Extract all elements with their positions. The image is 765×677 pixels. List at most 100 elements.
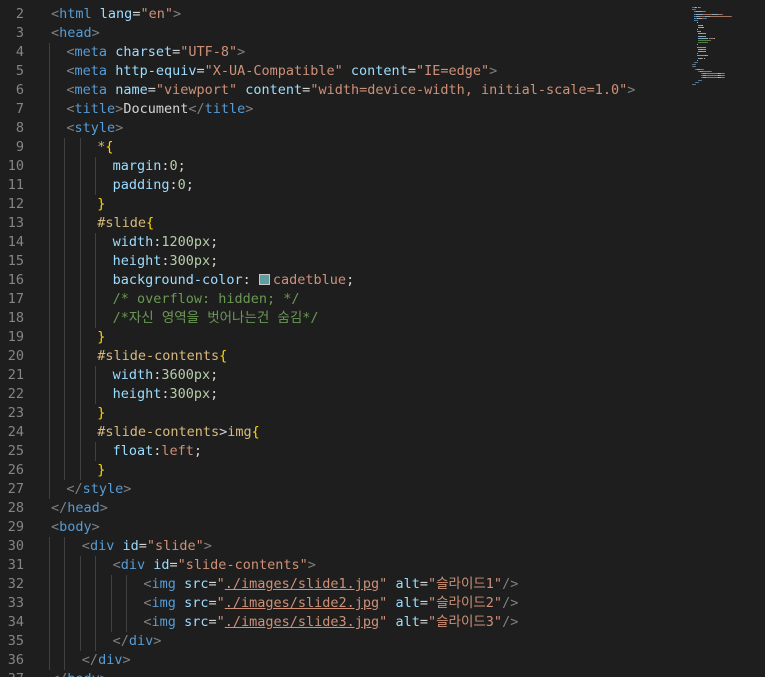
code-line[interactable]: 28 </head>: [0, 499, 685, 518]
indent-guide: [79, 176, 81, 195]
code-line[interactable]: 25 float:left;: [0, 442, 685, 461]
minimap-token: [702, 26, 704, 28]
code-line[interactable]: 9 *{: [0, 138, 685, 157]
code-token: "UTF-8": [180, 44, 238, 60]
code-line[interactable]: 11 padding:0;: [0, 176, 685, 195]
code-token: </: [51, 671, 67, 677]
line-number: 8: [15, 120, 24, 136]
code-token: ;: [193, 443, 203, 459]
indent-guide: [49, 195, 50, 214]
code-line[interactable]: 26}: [0, 461, 685, 480]
code-line[interactable]: 33 <img src="./images/slide2.jpg" alt="슬라…: [0, 594, 685, 613]
code-line[interactable]: 29 <body>: [0, 518, 685, 537]
code-text: #slide{: [97, 214, 154, 233]
code-text: margin:0;: [113, 157, 186, 176]
code-line[interactable]: 27 </style>: [0, 480, 685, 499]
code-line[interactable]: 18 /*자신 영역을 벗어나는건 숨김*/: [0, 309, 685, 328]
code-line[interactable]: 12}: [0, 195, 685, 214]
code-token: >: [91, 519, 100, 535]
code-text: #slide-contents>img{: [97, 423, 260, 442]
minimap-token: [704, 48, 706, 50]
line-number: 10: [7, 158, 24, 174]
code-token: }: [97, 329, 106, 345]
code-line[interactable]: 5 <meta http-equiv="X-UA-Compatible" cont…: [0, 62, 685, 81]
indent-guide: [49, 385, 50, 404]
line-number: 26: [7, 462, 24, 478]
code-line[interactable]: 21 width:3600px;: [0, 366, 685, 385]
editor-lines[interactable]: 2 <html lang="en"> 3 <head> 4 <meta charset="…: [0, 5, 685, 677]
code-line[interactable]: 10 margin:0;: [0, 157, 685, 176]
indent-guide: [49, 233, 50, 252]
code-text: <html lang="en">: [51, 5, 181, 24]
code-editor[interactable]: 2 <html lang="en"> 3 <head> 4 <meta charset="…: [0, 0, 765, 677]
code-line[interactable]: 30 <div id="slide">: [0, 537, 685, 556]
indent-guide: [79, 385, 81, 404]
code-line[interactable]: 22 height:300px;: [0, 385, 685, 404]
code-line[interactable]: 35 </div>: [0, 632, 685, 651]
indent-guide: [49, 119, 50, 138]
code-text: <div id="slide-contents">: [113, 556, 316, 575]
indent-guide: [49, 442, 50, 461]
indent-guide: [64, 632, 66, 651]
code-line[interactable]: 3 <head>: [0, 24, 685, 43]
code-token: ": [216, 576, 225, 592]
code-line[interactable]: 17 /* overflow: hidden; */: [0, 290, 685, 309]
indent-guide: [49, 575, 50, 594]
indent-guide: [95, 309, 97, 328]
code-line[interactable]: 20 #slide-contents{: [0, 347, 685, 366]
color-swatch-icon[interactable]: [258, 274, 270, 285]
minimap-token: [698, 42, 709, 44]
code-line[interactable]: 6 <meta name="viewport" content="width=de…: [0, 81, 685, 100]
line-number: 36: [7, 652, 24, 668]
line-number: 29: [7, 519, 24, 535]
code-token: {: [105, 139, 114, 155]
code-line[interactable]: 2 <html lang="en">: [0, 5, 685, 24]
minimap-token: [705, 11, 706, 13]
minimap-token: [698, 40, 711, 41]
indent-guide: [49, 556, 50, 575]
code-token: width: [112, 367, 154, 383]
code-line[interactable]: 37 </body>: [0, 670, 685, 677]
indent-guide: [126, 575, 127, 594]
code-line[interactable]: 13 #slide{: [0, 214, 685, 233]
indent-guide: [64, 347, 66, 366]
indent-guide: [64, 537, 66, 556]
code-line[interactable]: 4 <meta charset="UTF-8">: [0, 43, 685, 62]
code-line[interactable]: 31 <div id="slide-contents">: [0, 556, 685, 575]
minimap[interactable]: [688, 3, 765, 93]
code-line[interactable]: 34 <img src="./images/slide3.jpg" alt="슬라…: [0, 613, 685, 632]
code-token: id: [122, 538, 139, 554]
code-line[interactable]: 23}: [0, 404, 685, 423]
code-text: <meta http-equiv="X-UA-Compatible" conte…: [66, 62, 497, 81]
code-text: <head>: [51, 24, 100, 43]
code-token: charset: [115, 44, 173, 60]
code-token: div: [120, 557, 146, 573]
code-token: >: [91, 25, 100, 41]
indent-guide: [79, 309, 81, 328]
code-token: img: [227, 424, 252, 440]
code-line[interactable]: 24 #slide-contents>img{: [0, 423, 685, 442]
code-token: =: [196, 63, 205, 79]
code-token: html: [59, 6, 92, 22]
code-line[interactable]: 19}: [0, 328, 685, 347]
code-line[interactable]: 14 width:1200px;: [0, 233, 685, 252]
code-token: {: [219, 348, 228, 364]
line-number: 31: [7, 557, 24, 573]
line-number: 32: [7, 576, 24, 592]
code-line[interactable]: 15 height:300px;: [0, 252, 685, 271]
line-number: 3: [15, 25, 24, 41]
indent-guide: [79, 157, 81, 176]
indent-guide: [49, 423, 50, 442]
code-token: <: [66, 63, 75, 79]
code-line[interactable]: 32 <img src="./images/slide1.jpg" alt="슬라…: [0, 575, 685, 594]
code-line[interactable]: 36 </div>: [0, 651, 685, 670]
indent-guide: [79, 138, 81, 157]
code-line[interactable]: 16 background-color: cadetblue;: [0, 271, 685, 290]
line-number: 2: [15, 6, 24, 22]
code-line[interactable]: 8 <style>: [0, 119, 685, 138]
code-token: "슬라이드2": [427, 595, 503, 611]
code-line[interactable]: 7 <title>Document</title>: [0, 100, 685, 119]
code-token: ;: [210, 367, 219, 383]
